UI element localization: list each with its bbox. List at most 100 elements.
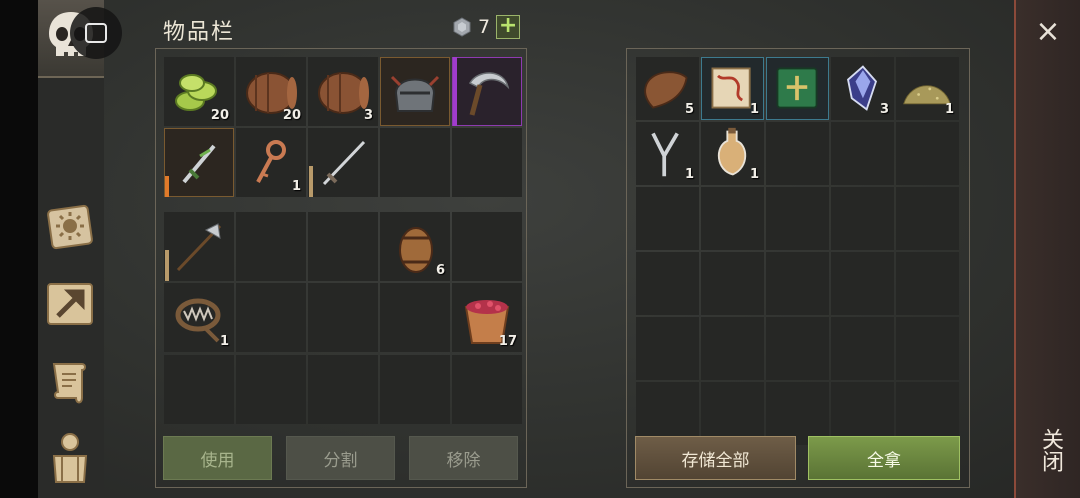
empty-slot[interactable]	[896, 122, 959, 185]
empty-slot[interactable]	[766, 187, 829, 250]
inventory-slot[interactable]: 1	[896, 57, 959, 120]
close-icon[interactable]: ×	[1030, 14, 1066, 50]
item-quantity: 20	[282, 108, 301, 123]
item-quantity: 6	[435, 263, 445, 278]
use-button[interactable]: 使用	[163, 436, 272, 480]
item-quantity: 1	[219, 334, 229, 349]
inventory-slot[interactable]: 5	[636, 57, 699, 120]
empty-slot[interactable]	[701, 252, 764, 315]
currency-display: 7 +	[452, 15, 521, 39]
empty-slot[interactable]	[831, 187, 894, 250]
empty-slot[interactable]	[896, 252, 959, 315]
empty-slot[interactable]	[452, 212, 522, 281]
inventory-slot[interactable]	[164, 212, 234, 281]
empty-slot[interactable]	[831, 317, 894, 380]
empty-slot[interactable]	[636, 317, 699, 380]
item-quantity: 1	[749, 167, 759, 182]
inventory-slot[interactable]	[308, 128, 378, 197]
durability-bar	[309, 165, 313, 197]
empty-slot[interactable]	[452, 128, 522, 197]
empty-slot[interactable]	[308, 212, 378, 281]
remove-button[interactable]: 移除	[409, 436, 518, 480]
green-book-icon	[776, 67, 818, 109]
sidebar-craft-button[interactable]	[40, 274, 100, 334]
sidebar-scroll-button[interactable]	[40, 352, 100, 412]
inventory-grid-empty	[164, 355, 522, 424]
empty-slot[interactable]	[896, 317, 959, 380]
empty-slot[interactable]	[766, 122, 829, 185]
empty-slot[interactable]	[831, 122, 894, 185]
scroll-quill-icon	[52, 363, 86, 404]
empty-slot[interactable]	[308, 355, 378, 424]
inventory-slot[interactable]: 1	[701, 122, 764, 185]
screen-edge	[0, 0, 38, 498]
item-quantity: 1	[944, 102, 954, 117]
item-quantity: 1	[684, 167, 694, 182]
close-label[interactable]: 关闭	[1030, 418, 1066, 482]
character-armor-icon	[52, 433, 88, 483]
inventory-slot[interactable]: 1	[164, 283, 234, 352]
inventory-slot[interactable]: 20	[236, 57, 306, 126]
empty-slot[interactable]	[766, 252, 829, 315]
inventory-slot[interactable]: 3	[308, 57, 378, 126]
inventory-slot[interactable]: 20	[164, 57, 234, 126]
item-quantity: 3	[363, 108, 373, 123]
square-icon	[85, 23, 107, 43]
empty-slot[interactable]	[380, 283, 450, 352]
inventory-grid-top: 20 20 3 1	[164, 57, 522, 197]
empty-slot[interactable]	[236, 283, 306, 352]
empty-slot[interactable]	[766, 317, 829, 380]
item-quantity: 20	[210, 108, 229, 123]
dagger-icon	[182, 144, 216, 184]
halberd-icon	[176, 223, 222, 272]
empty-slot[interactable]	[164, 355, 234, 424]
window-mode-button[interactable]	[70, 7, 122, 59]
durability-bar	[165, 176, 169, 197]
inventory-slot[interactable]: 1	[636, 122, 699, 185]
empty-slot[interactable]	[236, 355, 306, 424]
helmet-icon	[390, 75, 440, 112]
inventory-slot[interactable]: 6	[380, 212, 450, 281]
empty-slot[interactable]	[701, 317, 764, 380]
container-grid: 5 1 3 1 1 1	[636, 57, 959, 445]
take-all-button[interactable]: 全拿	[808, 436, 960, 480]
inventory-grid-bottom: 6 1 17	[164, 212, 522, 352]
inventory-title: 物品栏	[163, 20, 236, 45]
item-quantity: 5	[684, 102, 694, 117]
sidebar-equipment-button[interactable]	[40, 428, 100, 488]
item-quantity: 1	[749, 102, 759, 117]
add-currency-button[interactable]: +	[496, 15, 521, 39]
silver-coin-icon	[453, 17, 471, 37]
durability-bar	[165, 249, 169, 281]
empty-slot[interactable]	[636, 187, 699, 250]
empty-slot[interactable]	[308, 283, 378, 352]
sword-icon	[322, 140, 366, 186]
currency-count: 7	[478, 16, 491, 38]
inventory-slot[interactable]	[164, 128, 234, 197]
inventory-slot[interactable]	[452, 57, 522, 126]
inventory-slot[interactable]: 3	[831, 57, 894, 120]
rarity-bar	[453, 57, 457, 126]
empty-slot[interactable]	[452, 355, 522, 424]
empty-slot[interactable]	[636, 252, 699, 315]
empty-slot[interactable]	[380, 355, 450, 424]
empty-slot[interactable]	[380, 128, 450, 197]
inventory-slot[interactable]	[380, 57, 450, 126]
sun-book-icon	[47, 204, 93, 250]
empty-slot[interactable]	[896, 187, 959, 250]
item-quantity: 1	[291, 179, 301, 194]
split-button[interactable]: 分割	[286, 436, 395, 480]
store-all-button[interactable]: 存储全部	[635, 436, 796, 480]
sidebar-journal-button[interactable]	[40, 196, 100, 256]
item-quantity: 17	[498, 334, 517, 349]
inventory-slot[interactable]: 1	[236, 128, 306, 197]
item-quantity: 3	[879, 102, 889, 117]
empty-slot[interactable]	[236, 212, 306, 281]
empty-slot[interactable]	[831, 252, 894, 315]
inventory-slot[interactable]	[766, 57, 829, 120]
empty-slot[interactable]	[701, 187, 764, 250]
inventory-slot[interactable]: 1	[701, 57, 764, 120]
sickle-icon	[468, 72, 510, 116]
hammer-map-icon	[47, 283, 93, 325]
inventory-slot[interactable]: 17	[452, 283, 522, 352]
